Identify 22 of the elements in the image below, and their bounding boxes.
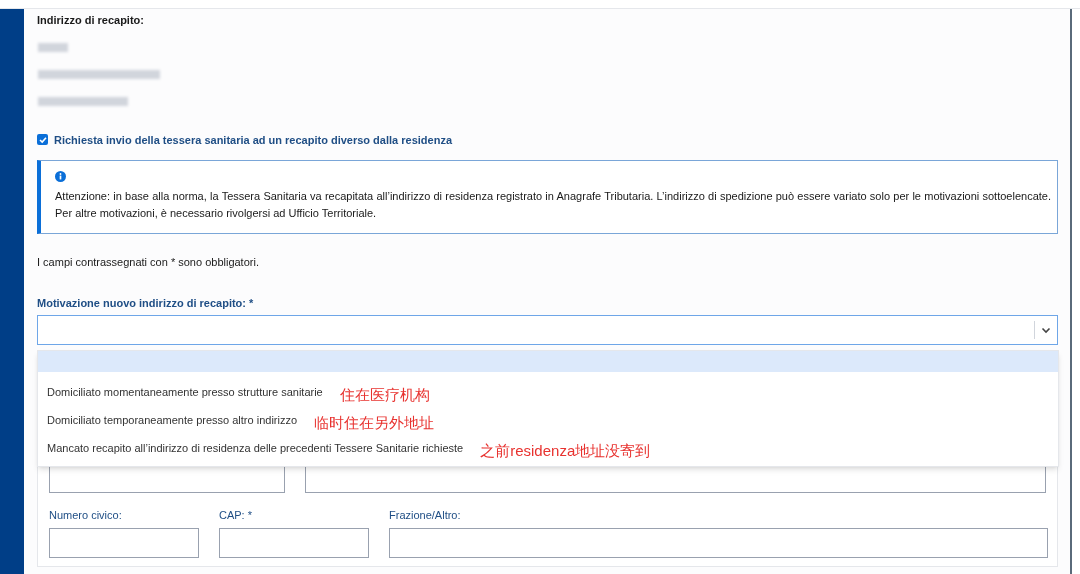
chevron-down-icon [1041,326,1051,334]
reason-select[interactable] [37,315,1058,345]
annotation-text: 临时住在另外地址 [314,412,435,433]
field-label: Motivazione nuovo indirizzo di recapito: * [37,295,255,311]
redacted-text [38,42,68,52]
input-field[interactable] [389,527,1048,558]
field-label: Numero civico: [49,508,123,523]
input-field[interactable] [219,527,369,558]
info-icon [55,171,66,182]
required-note: I campi contrassegnati con * sono obbligatori. [37,255,260,270]
annotation-text: 之前residenza地址没寄到 [480,440,651,461]
notice-text: Attenzione: in base alla norma, la Tessera Sanitaria va recapitata all’indirizzo di residenza registrato in Anagrafe Tributaria. L’indirizzo di spedizione può essere variato solo per le motivazioni sottoelencate. Per altre motivazioni, è necessario rivolgersi ad Ufficio Territoriale. [55,189,1051,221]
section-title: Indirizzo di recapito: [37,13,145,28]
field-label: CAP: * [219,508,253,523]
dropdown-option[interactable]: Domiciliato temporaneamente presso altro indirizzo [46,411,299,429]
dropdown-option[interactable]: Mancato recapito all’indirizzo di residenza delle precedenti Tessere Sanitarie richieste [46,439,465,457]
annotation-text: 住在医疗机构 [339,384,430,405]
input-field[interactable] [49,527,199,558]
checkbox-label: Richiesta invio della tessera sanitaria ad un recapito diverso dalla residenza [54,132,452,148]
dropdown-option[interactable]: Domiciliato momentaneamente presso strutture sanitarie [46,383,324,401]
field-label: Frazione/Altro: [389,508,462,523]
checkbox[interactable] [37,134,48,146]
